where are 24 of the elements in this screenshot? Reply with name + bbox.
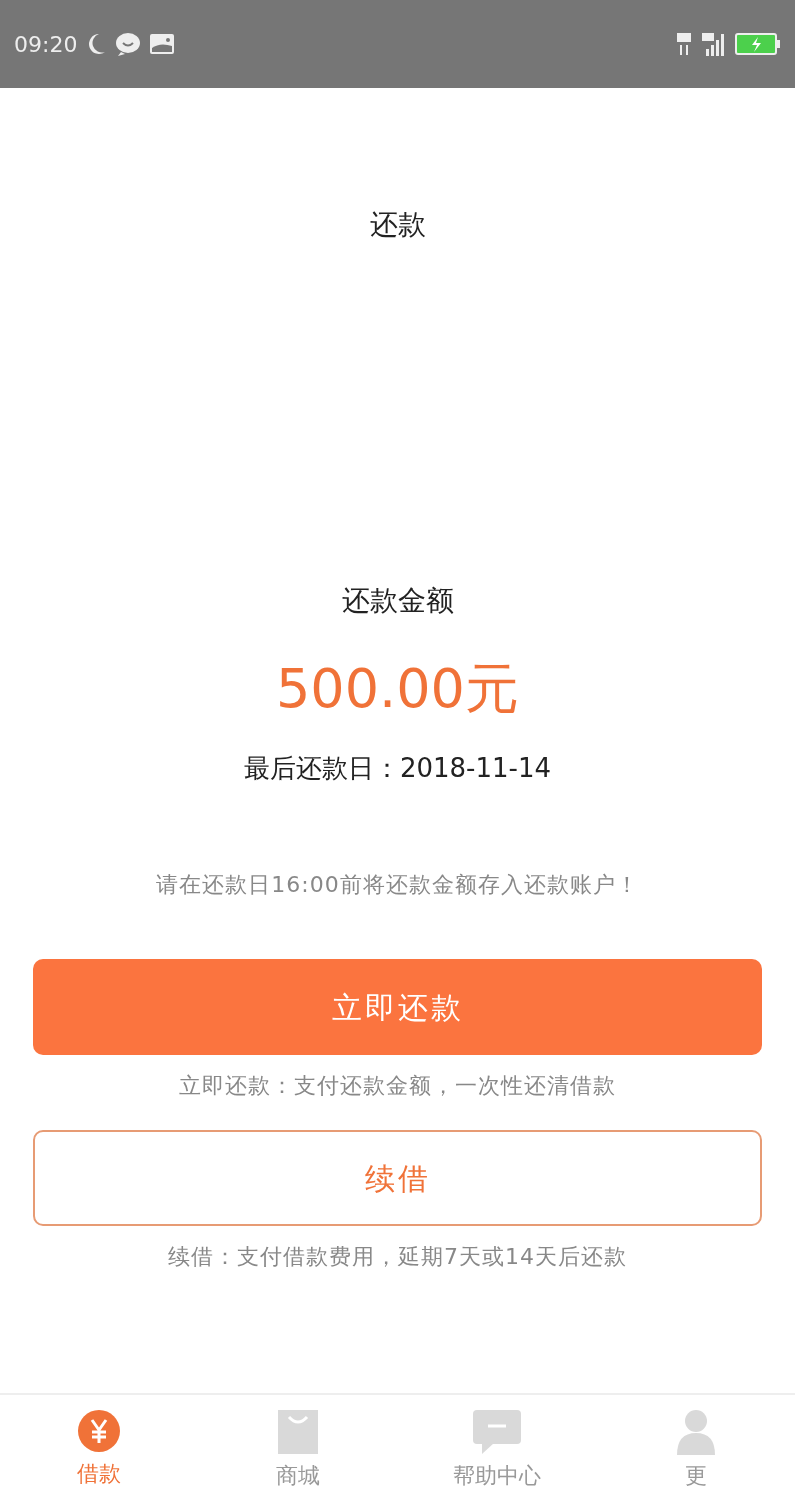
message-icon	[471, 1409, 522, 1455]
repay-button[interactable]: 立即还款	[33, 959, 762, 1055]
shopping-bag-icon	[277, 1409, 320, 1455]
status-time: 09:20	[14, 30, 78, 59]
due-date: 2018-11-14	[399, 752, 552, 785]
signal-icon	[701, 31, 727, 57]
network-icon	[675, 31, 693, 57]
image-icon	[149, 33, 176, 55]
nav-tab[interactable]: 帮助中心	[397, 1395, 597, 1500]
action-description: 续借：支付借款费用，延期7天或14天后还款	[168, 1243, 627, 1271]
action-description: 立即还款：支付还款金额，一次性还清借款	[179, 1072, 616, 1100]
person-icon	[674, 1409, 717, 1455]
yen-icon	[77, 1409, 122, 1453]
page-title: 还款	[368, 207, 427, 243]
amount-label: 还款金额	[340, 583, 455, 619]
nav-tab[interactable]: 商城	[198, 1395, 398, 1500]
notice-text: 请在还款日16:00前将还款金额存入还款账户！	[155, 871, 640, 899]
battery-icon	[735, 32, 781, 56]
nav-tab[interactable]: 借款	[0, 1395, 199, 1500]
due-label: 最后还款日：	[243, 752, 400, 785]
amount-value: 500.00元	[275, 656, 520, 722]
nav-tab[interactable]: 更	[596, 1395, 795, 1500]
renew-button[interactable]: 续借	[33, 1130, 762, 1226]
chat-icon	[115, 32, 142, 56]
